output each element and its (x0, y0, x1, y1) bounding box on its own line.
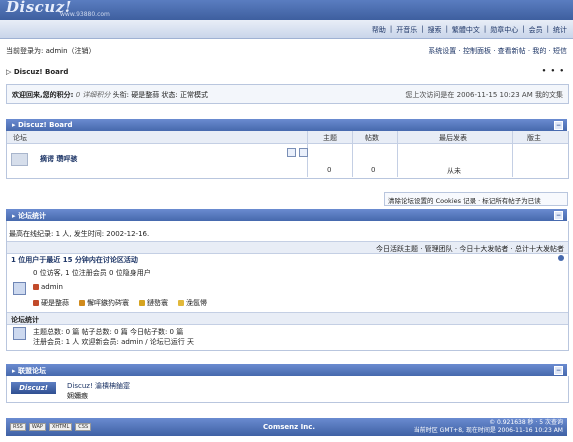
collapse-icon[interactable]: − (554, 211, 563, 220)
rss-badge[interactable]: RSS (10, 423, 26, 431)
online-title: 1 位用户于最近 15 分钟内在讨论区活动 (11, 256, 138, 264)
footer-timing: © 0.921638 秒 · 5 次查询 (489, 419, 563, 426)
union-box-title: ▸ 联盟论坛 (12, 367, 46, 375)
login-status[interactable]: 当前登录为: admin（注销） (6, 46, 96, 56)
breadcrumb[interactable]: ▷ Discuz! Board (6, 68, 68, 76)
col-last-post: 最后发表 (439, 134, 467, 142)
top-nav: 帮助 | 开音乐 | 搜索 | 繁體中文 | 勋章中心 | 会员 | 统计 (0, 20, 573, 39)
legend-item: 硬是整蒜 (33, 298, 69, 308)
footer-info: © 0.921638 秒 · 5 次查询 当前时区 GMT+8, 现在时间是 2… (414, 419, 563, 435)
nav-medals[interactable]: 勋章中心 (490, 25, 518, 35)
stats-box-header: ▸ 论坛统计 − (6, 209, 567, 221)
nav-music[interactable]: 开音乐 (396, 25, 417, 35)
wap-badge[interactable]: WAP (28, 423, 46, 431)
col-moderator: 版主 (527, 134, 541, 142)
col-topics: 主题 (323, 134, 337, 142)
record-online: 最高在线纪录: 1 人, 发生时间: 2002-12-16. (9, 230, 150, 238)
footer-company[interactable]: Comsenz Inc. (263, 423, 315, 431)
stats-panel: 最高在线纪录: 1 人, 发生时间: 2002-12-16. 今日活跃主题 · … (6, 221, 569, 351)
forum-icon (11, 153, 28, 166)
stats-subheader: 论坛统计 (7, 312, 568, 325)
nav-stats[interactable]: 统计 (553, 25, 567, 35)
nav-members[interactable]: 会员 (529, 25, 543, 35)
union-desc: 娴嬭瘯 (67, 392, 88, 400)
stats-links[interactable]: 今日活跃主题 · 管理团队 · 今日十大发帖者 · 总计十大发帖者 (376, 244, 564, 254)
union-panel: Discuz! Discuz! 瀹樻柟鏀寔 娴嬭瘯 (6, 376, 569, 403)
nav-help[interactable]: 帮助 (372, 25, 386, 35)
union-name[interactable]: Discuz! 瀹樻柟鏀寔 (67, 381, 573, 391)
nav-search[interactable]: 搜索 (428, 25, 442, 35)
legend-item: 鏈嶅寰 (139, 298, 168, 308)
table-row[interactable]: 摘谔 瓒呯骇 0 0 从未 (7, 144, 568, 177)
forum-mini-icons (287, 148, 308, 157)
forum-table-header: 论坛 主题 帖数 最后发表 版主 (7, 131, 568, 144)
archive-icon[interactable] (299, 148, 308, 157)
collapse-icon[interactable]: − (554, 121, 563, 130)
footer-badges: RSS WAP XHTML CSS (10, 423, 92, 431)
stats-line-2: 注册会员: 1 人 欢迎新会员: admin / 论坛已运行 天 (33, 338, 195, 346)
footer-timezone: 当前时区 GMT+8, 现在时间是 2006-11-16 10:23 AM (413, 427, 563, 434)
forum-last-post: 从未 (447, 167, 461, 175)
welcome-text: 欢迎回来,您的积分: 0 详细积分 头衔: 硬是整蒜 状态: 正常模式 (12, 91, 209, 99)
online-detail: 0 位访客, 1 位注册会员 0 位隐身用户 (33, 269, 151, 277)
top-banner: Discuz! www.93880.com (0, 0, 573, 20)
last-visit: 您上次访问是在 2006-11-15 10:23 AM 我的文集 (405, 91, 563, 99)
union-logo[interactable]: Discuz! (11, 382, 56, 394)
forum-table: 论坛 主题 帖数 最后发表 版主 摘谔 瓒呯骇 0 0 从未 (6, 131, 569, 179)
col-posts: 帖数 (365, 134, 379, 142)
forum-topics: 0 (327, 166, 332, 174)
collapse-icon[interactable]: − (554, 366, 563, 375)
rss-icon[interactable] (287, 148, 296, 157)
stats-links-bar: 今日活跃主题 · 管理团队 · 今日十大发帖者 · 总计十大发帖者 (7, 241, 568, 254)
cookie-action-bar[interactable]: 清除论坛设置的 Cookies 记录 · 标记所有帖子为已读 (384, 192, 568, 206)
more-dots: • • • (541, 67, 565, 75)
css-badge[interactable]: CSS (75, 423, 92, 431)
online-user[interactable]: admin (33, 283, 573, 291)
online-toggle-icon[interactable] (558, 255, 564, 261)
group-legend: 硬是整蒜 懈呯鏃犳硶寰 鏈嶅寰 浼氬憳 (33, 298, 207, 308)
forum-box-title: ▸ Discuz! Board (12, 121, 73, 129)
xhtml-badge[interactable]: XHTML (48, 423, 73, 431)
welcome-bar: 欢迎回来,您的积分: 0 详细积分 头衔: 硬是整蒜 状态: 正常模式 您上次访… (6, 84, 569, 104)
forum-name[interactable]: 摘谔 瓒呯骇 (40, 154, 77, 164)
user-icon (33, 284, 39, 290)
legend-item: 浼氬憳 (178, 298, 207, 308)
stats-line-1: 主题总数: 0 篇 帖子总数: 0 篇 今日帖子数: 0 篇 (33, 328, 184, 336)
user-links[interactable]: 系统设置 · 控制面板 · 查看新帖 · 我的 · 短信 (428, 46, 567, 56)
logo-url: www.93880.com (60, 11, 110, 18)
col-forum: 论坛 (13, 134, 27, 142)
stats-box-title: ▸ 论坛统计 (12, 212, 46, 220)
legend-item: 懈呯鏃犳硶寰 (79, 298, 129, 308)
union-box-header: ▸ 联盟论坛 − (6, 364, 567, 376)
forum-posts: 0 (371, 166, 376, 174)
stats-icon (13, 327, 26, 340)
footer: RSS WAP XHTML CSS Comsenz Inc. © 0.92163… (6, 418, 567, 436)
online-icon (13, 282, 26, 295)
nav-traditional[interactable]: 繁體中文 (452, 25, 480, 35)
stats-subtitle: 论坛统计 (11, 316, 39, 324)
forum-box-header: ▸ Discuz! Board − (6, 119, 567, 131)
user-bar: 当前登录为: admin（注销） 系统设置 · 控制面板 · 查看新帖 · 我的… (6, 44, 567, 58)
